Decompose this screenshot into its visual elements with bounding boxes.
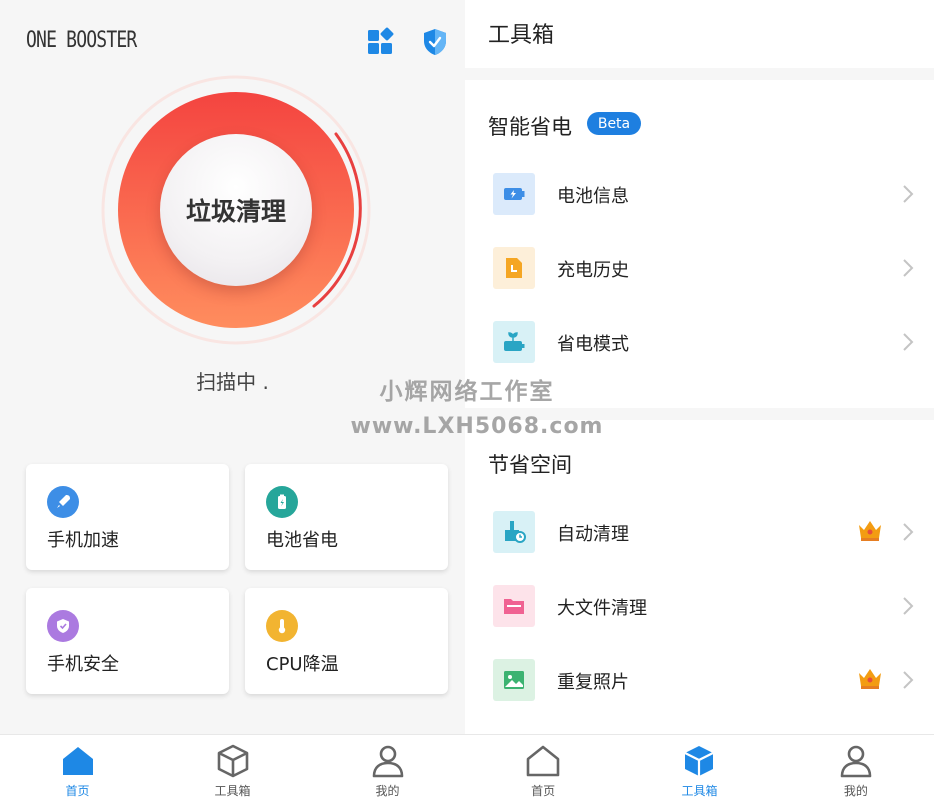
phone-boost-label: 手机加速 xyxy=(47,530,119,551)
cpu-cool-label: CPU降温 xyxy=(266,654,339,675)
apps-grid-icon[interactable] xyxy=(366,27,396,57)
home-icon xyxy=(62,747,93,775)
duplicate-photo-row[interactable]: 重复照片 xyxy=(465,644,934,716)
battery-info-label: 电池信息 xyxy=(557,186,629,207)
auto-clean-row[interactable]: 自动清理 xyxy=(465,496,934,568)
phone-security-card[interactable]: 手机安全 xyxy=(26,588,229,694)
watermark-line1: 小辉网络工作室 xyxy=(379,379,555,405)
shield-icon xyxy=(47,610,79,642)
photo-icon xyxy=(493,659,535,701)
chevron-right-icon xyxy=(903,185,914,203)
tab-profile-label: 我的 xyxy=(375,784,400,798)
tab-toolbox[interactable]: 工具箱 xyxy=(155,735,310,802)
charge-history-row[interactable]: 充电历史 xyxy=(465,232,934,304)
tab-profile[interactable]: 我的 xyxy=(778,735,934,802)
thermometer-icon xyxy=(266,610,298,642)
chevron-right-icon xyxy=(903,333,914,351)
battery-info-icon xyxy=(493,173,535,215)
junk-clean-button[interactable]: 垃圾清理 xyxy=(160,134,312,286)
rocket-icon xyxy=(47,486,79,518)
chevron-right-icon xyxy=(903,671,914,689)
tab-profile-label: 我的 xyxy=(843,784,868,798)
cube-icon xyxy=(684,746,714,776)
bottom-tab-bar-toolbox: 首页 工具箱 我的 xyxy=(465,734,934,802)
tab-toolbox[interactable]: 工具箱 xyxy=(621,735,777,802)
battery-info-row[interactable]: 电池信息 xyxy=(465,158,934,230)
junk-clean-label: 垃圾清理 xyxy=(185,197,286,226)
toolbox-header: 工具箱 xyxy=(465,0,934,68)
auto-clean-icon xyxy=(493,511,535,553)
charge-history-icon xyxy=(493,247,535,289)
tab-home-label: 首页 xyxy=(531,784,556,798)
auto-clean-label: 自动清理 xyxy=(557,524,629,545)
tab-toolbox-label: 工具箱 xyxy=(681,784,718,798)
folder-icon xyxy=(493,585,535,627)
tab-home[interactable]: 首页 xyxy=(0,735,155,802)
power-saving-row[interactable]: 省电模式 xyxy=(465,306,934,378)
duplicate-photo-label: 重复照片 xyxy=(557,672,629,693)
smart-power-title: 智能省电 xyxy=(488,115,572,139)
battery-save-label: 电池省电 xyxy=(266,530,338,551)
user-icon xyxy=(372,745,403,778)
phone-boost-card[interactable]: 手机加速 xyxy=(26,464,229,570)
beta-badge: Beta xyxy=(587,112,641,135)
app-title: ONE BOOSTER xyxy=(26,28,137,53)
chevron-right-icon xyxy=(903,523,914,541)
junk-clean-ring[interactable]: 垃圾清理 xyxy=(100,74,372,346)
security-shield-icon[interactable] xyxy=(420,27,450,57)
power-saving-label: 省电模式 xyxy=(557,334,629,355)
tab-home[interactable]: 首页 xyxy=(465,735,621,802)
battery-icon xyxy=(266,486,298,518)
cube-icon xyxy=(217,744,248,778)
crown-icon xyxy=(859,521,881,541)
chevron-right-icon xyxy=(903,597,914,615)
phone-security-label: 手机安全 xyxy=(47,654,119,675)
crown-icon xyxy=(859,669,881,689)
tab-profile[interactable]: 我的 xyxy=(310,735,465,802)
cpu-cool-card[interactable]: CPU降温 xyxy=(245,588,448,694)
page-title: 工具箱 xyxy=(488,23,555,48)
bottom-tab-bar: 首页 工具箱 我的 xyxy=(0,734,465,802)
large-file-clean-row[interactable]: 大文件清理 xyxy=(465,570,934,642)
tab-toolbox-label: 工具箱 xyxy=(214,784,251,798)
user-icon xyxy=(840,745,872,778)
power-saving-icon xyxy=(493,321,535,363)
battery-save-card[interactable]: 电池省电 xyxy=(245,464,448,570)
tab-home-label: 首页 xyxy=(65,784,90,798)
save-space-title: 节省空间 xyxy=(488,453,572,477)
large-file-clean-label: 大文件清理 xyxy=(557,598,647,619)
chevron-right-icon xyxy=(903,259,914,277)
watermark-line2: www.LXH5068.com xyxy=(350,414,604,439)
charge-history-label: 充电历史 xyxy=(557,260,629,281)
home-icon xyxy=(526,745,560,777)
